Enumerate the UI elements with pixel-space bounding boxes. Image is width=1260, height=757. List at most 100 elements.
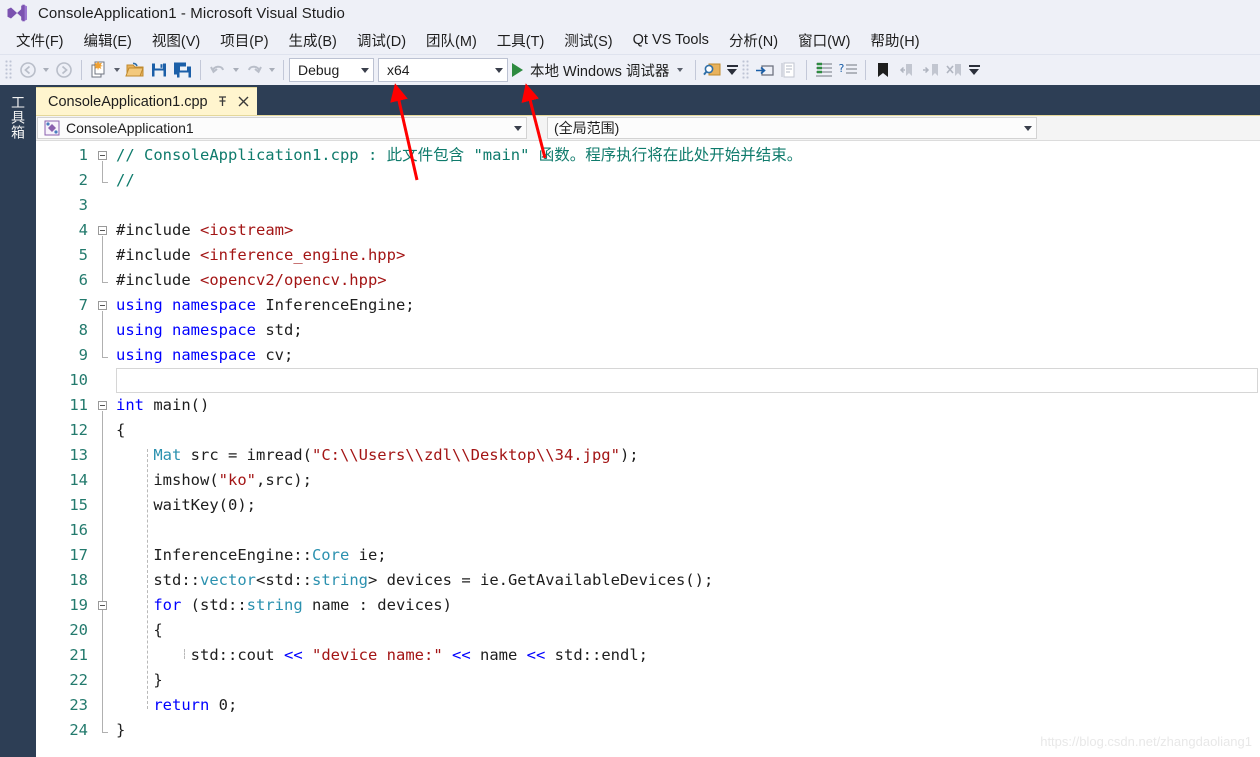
code-line[interactable]: std::vector<std::string> devices = ie.Ge… [116, 568, 1260, 593]
toolbox-panel-tab[interactable]: 工具箱 [0, 87, 36, 757]
help-icon[interactable]: ? [836, 58, 860, 82]
code-token: (std:: [181, 596, 247, 614]
code-line[interactable]: { [116, 418, 1260, 443]
toolbar-grip[interactable] [742, 60, 751, 80]
menu-item-project[interactable]: 项目(P) [210, 27, 278, 54]
fold-toggle-icon[interactable] [98, 301, 107, 310]
code-line[interactable] [116, 193, 1260, 218]
menu-item-build[interactable]: 生成(B) [279, 27, 347, 54]
indent-icon[interactable] [812, 58, 836, 82]
member-scope-dropdown[interactable]: (全局范围) [547, 117, 1037, 139]
toolbar-overflow-button-2[interactable] [967, 57, 981, 83]
solution-configuration-dropdown[interactable]: Debug [289, 58, 374, 82]
code-line[interactable]: // [116, 168, 1260, 193]
code-line[interactable]: { [116, 618, 1260, 643]
menu-item-analyze[interactable]: 分析(N) [719, 27, 788, 54]
previous-bookmark-icon[interactable] [895, 58, 919, 82]
code-token: name [470, 646, 527, 664]
toolbar-overflow-button[interactable] [725, 57, 739, 83]
menu-item-test[interactable]: 测试(S) [554, 27, 622, 54]
menu-item-file[interactable]: 文件(F) [6, 27, 74, 54]
navigate-back-icon[interactable] [16, 58, 40, 82]
bookmark-icon[interactable] [871, 58, 895, 82]
code-line[interactable]: #include <iostream> [116, 218, 1260, 243]
step-into-icon[interactable] [753, 58, 777, 82]
member-scope-value: (全局范围) [554, 120, 620, 136]
code-line[interactable] [116, 368, 1258, 393]
menu-item-edit[interactable]: 编辑(E) [74, 27, 142, 54]
next-bookmark-icon[interactable] [919, 58, 943, 82]
pin-icon[interactable] [216, 95, 229, 108]
fold-toggle-icon[interactable] [98, 226, 107, 235]
document-tab-consoleapplication1-cpp[interactable]: ConsoleApplication1.cpp [36, 87, 257, 115]
save-all-icon[interactable] [171, 58, 195, 82]
code-line[interactable]: } [116, 668, 1260, 693]
chevron-down-icon[interactable] [677, 68, 684, 72]
code-token: string [246, 596, 303, 614]
menu-item-qt-vs-tools[interactable]: Qt VS Tools [623, 29, 719, 51]
toolbar-separator [695, 60, 697, 80]
editor-column: ConsoleApplication1.cpp ConsoleApplicati… [36, 87, 1260, 757]
save-icon[interactable] [147, 58, 171, 82]
code-token: return [153, 696, 210, 714]
code-token: #include [116, 246, 200, 264]
redo-icon[interactable] [242, 58, 266, 82]
menu-item-debug[interactable]: 调试(D) [347, 27, 416, 54]
code-line[interactable]: for (std::string name : devices) [116, 593, 1260, 618]
code-line[interactable]: using namespace std; [116, 318, 1260, 343]
fold-toggle-icon[interactable] [98, 401, 107, 410]
menu-item-tools[interactable]: 工具(T) [487, 27, 555, 54]
menu-item-view[interactable]: 视图(V) [142, 27, 210, 54]
new-project-icon[interactable] [87, 58, 111, 82]
code-text-area[interactable]: // ConsoleApplication1.cpp : 此文件包含 "main… [116, 141, 1260, 757]
visual-studio-logo-icon [6, 3, 28, 23]
open-file-icon[interactable] [123, 58, 147, 82]
code-line[interactable]: Mat src = imread("C:\\Users\\zdl\\Deskto… [116, 443, 1260, 468]
code-line[interactable]: imshow("ko",src); [116, 468, 1260, 493]
close-icon[interactable] [237, 95, 250, 108]
navigate-forward-icon[interactable] [52, 58, 76, 82]
code-line[interactable]: using namespace InferenceEngine; [116, 293, 1260, 318]
indent-guide [184, 649, 185, 659]
svg-text:?: ? [838, 62, 845, 75]
code-folding-margin[interactable] [94, 141, 116, 757]
chevron-down-icon [1024, 125, 1032, 131]
code-token: int [116, 396, 144, 414]
code-line[interactable]: return 0; [116, 693, 1260, 718]
code-line[interactable]: #include <inference_engine.hpp> [116, 243, 1260, 268]
code-line[interactable]: waitKey(0); [116, 493, 1260, 518]
line-number: 6 [78, 271, 88, 289]
code-editor[interactable]: 1 2 3 4 5 6 7 8 9 10 11 12 13 14 15 16 17 18 19 20 21 22 23 24 … [36, 141, 1260, 757]
fold-toggle-icon[interactable] [98, 601, 107, 610]
solution-configuration-value: Debug [298, 62, 340, 78]
code-line[interactable]: InferenceEngine::Core ie; [116, 543, 1260, 568]
menu-item-team[interactable]: 团队(M) [416, 27, 487, 54]
clear-bookmarks-icon[interactable] [943, 58, 967, 82]
navigate-back-dropdown-icon[interactable] [43, 68, 49, 72]
code-token: <std:: [256, 571, 312, 589]
code-line[interactable] [116, 518, 1260, 543]
code-line[interactable]: using namespace cv; [116, 343, 1260, 368]
new-project-dropdown-icon[interactable] [114, 68, 120, 72]
code-line[interactable]: // ConsoleApplication1.cpp : 此文件包含 "main… [116, 143, 1260, 168]
code-token: Mat [153, 446, 182, 464]
toolbar-grip[interactable] [5, 60, 13, 80]
code-line[interactable]: std::cout << "device name:" << name << s… [116, 643, 1260, 668]
start-debugging-button[interactable]: 本地 Windows 调试器 [508, 58, 690, 82]
editor-navigation-bar: ConsoleApplication1 (全局范围) [36, 115, 1260, 141]
line-number: 13 [69, 446, 88, 464]
comment-icon[interactable] [777, 58, 801, 82]
undo-icon[interactable] [206, 58, 230, 82]
solution-platform-dropdown[interactable]: x64 [378, 58, 508, 82]
menu-item-help[interactable]: 帮助(H) [860, 27, 929, 54]
menu-item-window[interactable]: 窗口(W) [788, 27, 860, 54]
redo-dropdown-icon[interactable] [269, 68, 275, 72]
fold-guide [102, 236, 103, 282]
find-icon[interactable] [701, 58, 725, 82]
project-scope-dropdown[interactable]: ConsoleApplication1 [37, 117, 527, 139]
code-line[interactable]: #include <opencv2/opencv.hpp> [116, 268, 1260, 293]
code-token: name : devices) [302, 596, 452, 614]
undo-dropdown-icon[interactable] [233, 68, 239, 72]
fold-toggle-icon[interactable] [98, 151, 107, 160]
code-line[interactable]: int main() [116, 393, 1260, 418]
